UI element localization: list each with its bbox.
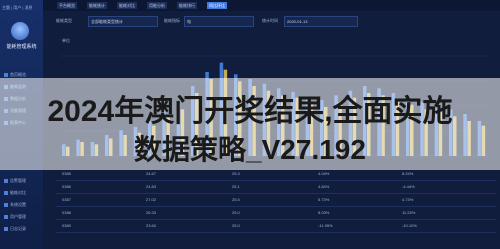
table-row[interactable]: 0389 23.60 25.0 -11.95% -10.10% — [56, 220, 496, 233]
menu-icon — [4, 214, 8, 219]
sidebar-item[interactable]: 能耗对比 — [4, 190, 26, 196]
overlay-subheadline: 数据策略_V27.192 — [134, 134, 366, 165]
filter-bar: 能耗类型 全部能耗类型统计 能耗指标 电 统计时间 2020-01-13 — [50, 14, 495, 29]
menu-icon — [4, 202, 8, 207]
tab[interactable]: 平台概览 — [57, 2, 77, 9]
avatar[interactable] — [11, 22, 29, 40]
tab-active[interactable]: 同比环比 — [207, 2, 227, 9]
sidebar-item[interactable]: 系统设置 — [4, 202, 26, 208]
menu-icon — [4, 72, 8, 77]
table-row[interactable]: 0387 27.02 25.5 5.73% 4.73% — [56, 194, 496, 207]
filter-label: 能耗指标 — [164, 18, 180, 23]
menu-icon — [4, 178, 8, 183]
menu-icon — [4, 190, 8, 195]
filter-label: 统计时间 — [262, 18, 278, 23]
sidebar-item[interactable]: 日志记录 — [4, 226, 26, 232]
date-picker[interactable]: 2020-01-13 — [284, 16, 358, 27]
tab[interactable]: 能耗对比 — [117, 2, 137, 9]
table-row[interactable]: 0386 24.83 25.1 4.84% -4.44% — [56, 181, 496, 194]
tab[interactable]: 能耗统计 — [87, 2, 107, 9]
brand-name: 能耗管理系统 — [6, 44, 37, 50]
sidebar-item[interactable]: 用户管理 — [4, 214, 26, 220]
sidebar-item[interactable]: 告警管理 — [4, 178, 26, 184]
filter-label: 能耗类型 — [56, 18, 72, 23]
tab[interactable]: 用能分析 — [147, 2, 167, 9]
table-row[interactable]: 0388 26.33 25.0 8.03% 11.25% — [56, 207, 496, 220]
menu-icon — [4, 226, 8, 231]
top-tab-bar: 平台概览 能耗统计 能耗对比 用能分析 能耗排行 同比环比 — [43, 0, 500, 11]
overlay-headline: 2024年澳门开奖结果,全面实施 — [47, 95, 453, 128]
tab[interactable]: 能耗排行 — [177, 2, 197, 9]
type-select[interactable]: 全部能耗类型统计 — [88, 16, 158, 27]
sidebar-top-label: 主题 | 用户 | 消息 — [2, 5, 33, 10]
indicator-select[interactable]: 电 — [184, 16, 254, 27]
